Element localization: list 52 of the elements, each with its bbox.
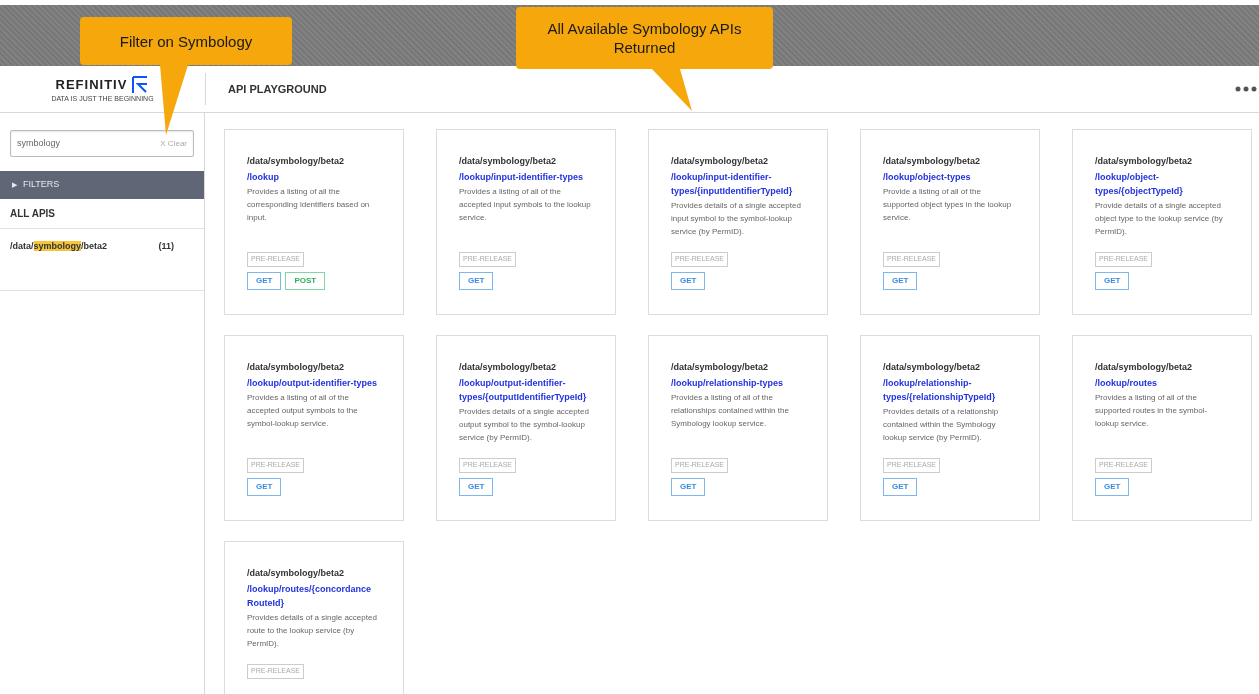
method-button[interactable]: GET xyxy=(459,478,494,496)
api-base-path: /data/symbology/beta2 xyxy=(1095,155,1194,168)
api-description: Provides a listing of all of the accepted output symbols to the symbol-lookup service. xyxy=(247,392,359,430)
api-base-path: /data/symbology/beta2 xyxy=(459,155,558,168)
api-base-path: /data/symbology/beta2 xyxy=(1095,361,1194,374)
api-description: Provides details of a single accepted input symbol to the symbol-lookup service (by PermID). xyxy=(671,200,802,238)
method-button[interactable]: GET xyxy=(671,272,706,290)
api-endpoint-link[interactable]: /lookup/input-identifier-types/{inputIdentifierTypeId} xyxy=(671,170,805,198)
api-endpoint-link[interactable]: /lookup/input-identifier-types xyxy=(459,170,593,184)
api-base-path: /data/symbology/beta2 xyxy=(459,361,558,374)
api-endpoint-link[interactable]: /lookup/object-types/{objectTypeId} xyxy=(1095,170,1229,198)
method-button[interactable]: GET xyxy=(1095,478,1130,496)
api-base-path: /data/symbology/beta2 xyxy=(883,155,982,168)
section-heading: ALL APIS xyxy=(0,199,204,229)
api-endpoint-link[interactable]: /lookup/relationship-types/{relationshipTypeId} xyxy=(883,376,1017,404)
method-button[interactable]: GET xyxy=(883,478,918,496)
api-description: Provides details of a single accepted output symbol to the symbol-lookup service (by PermID). xyxy=(459,406,590,444)
page-title: API PLAYGROUND xyxy=(228,81,328,97)
method-button[interactable]: GET xyxy=(247,272,282,290)
api-base-path: /data/symbology/beta2 xyxy=(883,361,982,374)
api-endpoint-link[interactable]: /lookup/routes/{concordance RouteId} xyxy=(247,582,381,610)
search-field[interactable]: symbology X Clear xyxy=(10,130,194,157)
api-endpoint-link[interactable]: /lookup/output-identifier-types xyxy=(247,376,381,390)
callout-text: Filter on Symbology xyxy=(119,31,253,51)
api-count: (11) xyxy=(158,240,174,253)
api-base-path: /data/symbology/beta2 xyxy=(247,155,346,168)
logo-wordmark: REFINITIV xyxy=(55,75,128,94)
api-description: Provides details of a single accepted route to the lookup service (by PermID). xyxy=(247,612,378,650)
more-options-icon[interactable] xyxy=(1235,86,1257,92)
method-button[interactable]: GET xyxy=(247,478,282,496)
api-base-path: /data/symbology/beta2 xyxy=(671,155,770,168)
logo-mark-icon xyxy=(131,75,150,94)
api-description: Provides a listing of all of the relationships contained within the Symbology lookup service. xyxy=(671,392,790,430)
api-description: Provides details of a relationship contained within the Symbology lookup service (by PermID). xyxy=(883,406,1000,444)
api-base-path: /data/symbology/beta2 xyxy=(247,361,346,374)
api-description: Provides a listing of all of the accepted input symbols to the lookup service. xyxy=(459,186,592,224)
api-description: Provides a listing of all the corresponding identifiers based on input. xyxy=(247,186,371,224)
callout-text: All Available Symbology APIs Returned xyxy=(546,19,743,57)
api-description: Provides a listing of all of the supported routes in the symbol-lookup service. xyxy=(1095,392,1209,430)
method-button[interactable]: GET xyxy=(459,272,494,290)
api-endpoint-link[interactable]: /lookup xyxy=(247,170,381,184)
method-button[interactable]: GET xyxy=(1095,272,1130,290)
api-base-path: /data/symbology/beta2 xyxy=(671,361,770,374)
api-base-path: /data/symbology/beta2 xyxy=(247,567,346,580)
api-description: Provide details of a single accepted object type to the lookup service (by PermID). xyxy=(1095,200,1224,238)
api-endpoint-link[interactable]: /lookup/routes xyxy=(1095,376,1229,390)
api-description: Provide a listing of all of the supported object types in the lookup service. xyxy=(883,186,1013,224)
api-endpoint-link[interactable]: /lookup/output-identifier-types/{outputIdentifierTypeId} xyxy=(459,376,593,404)
api-endpoint-link[interactable]: /lookup/relationship-types xyxy=(671,376,805,390)
api-endpoint-link[interactable]: /lookup/object-types xyxy=(883,170,1017,184)
method-button[interactable]: GET xyxy=(883,272,918,290)
method-button[interactable]: GET xyxy=(671,478,706,496)
